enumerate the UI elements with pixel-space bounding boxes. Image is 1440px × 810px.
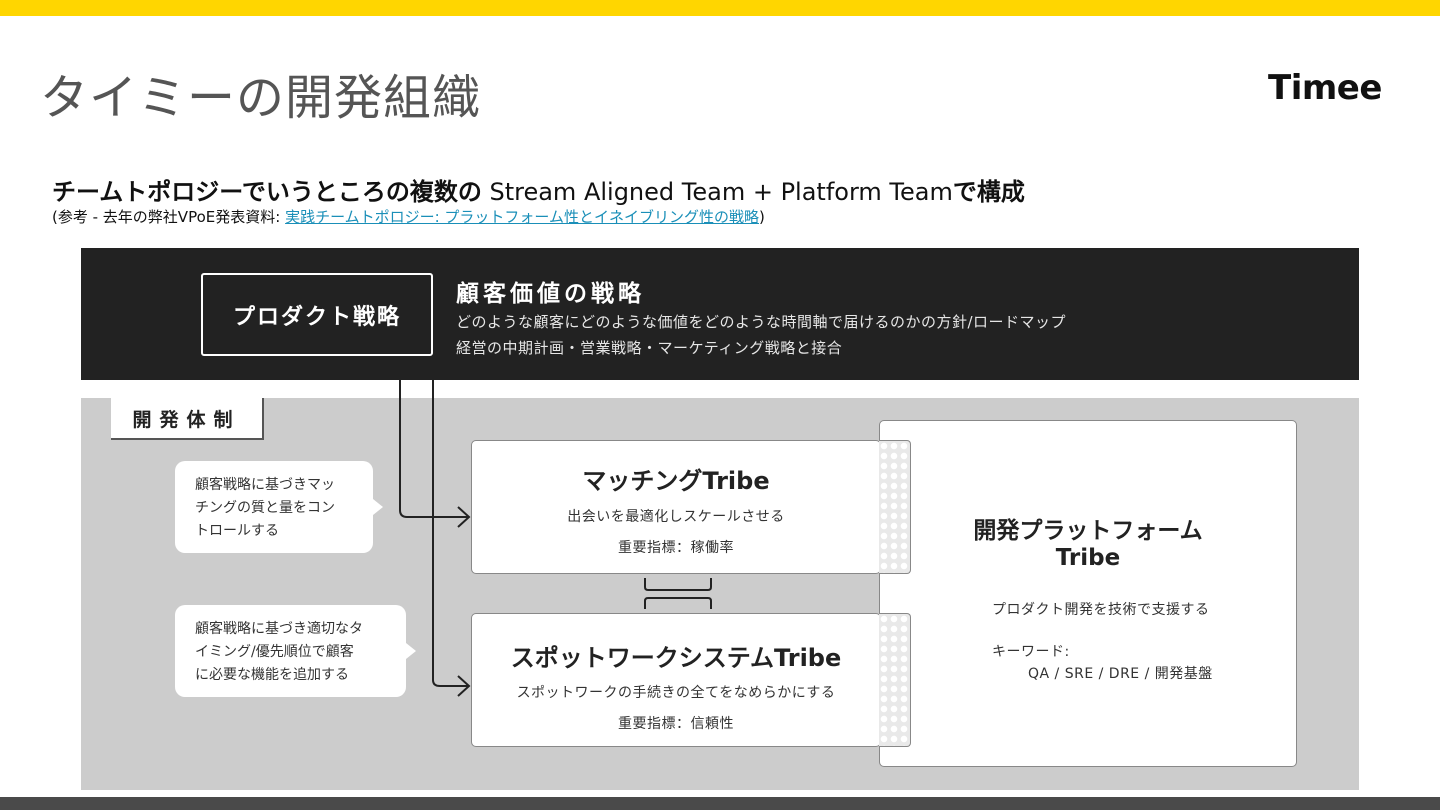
bottom-bar [0, 797, 1440, 810]
bracket-bottom [644, 597, 712, 609]
connector-lines [399, 380, 712, 697]
arrow-to-spot [432, 380, 468, 687]
bracket-top [644, 578, 712, 591]
